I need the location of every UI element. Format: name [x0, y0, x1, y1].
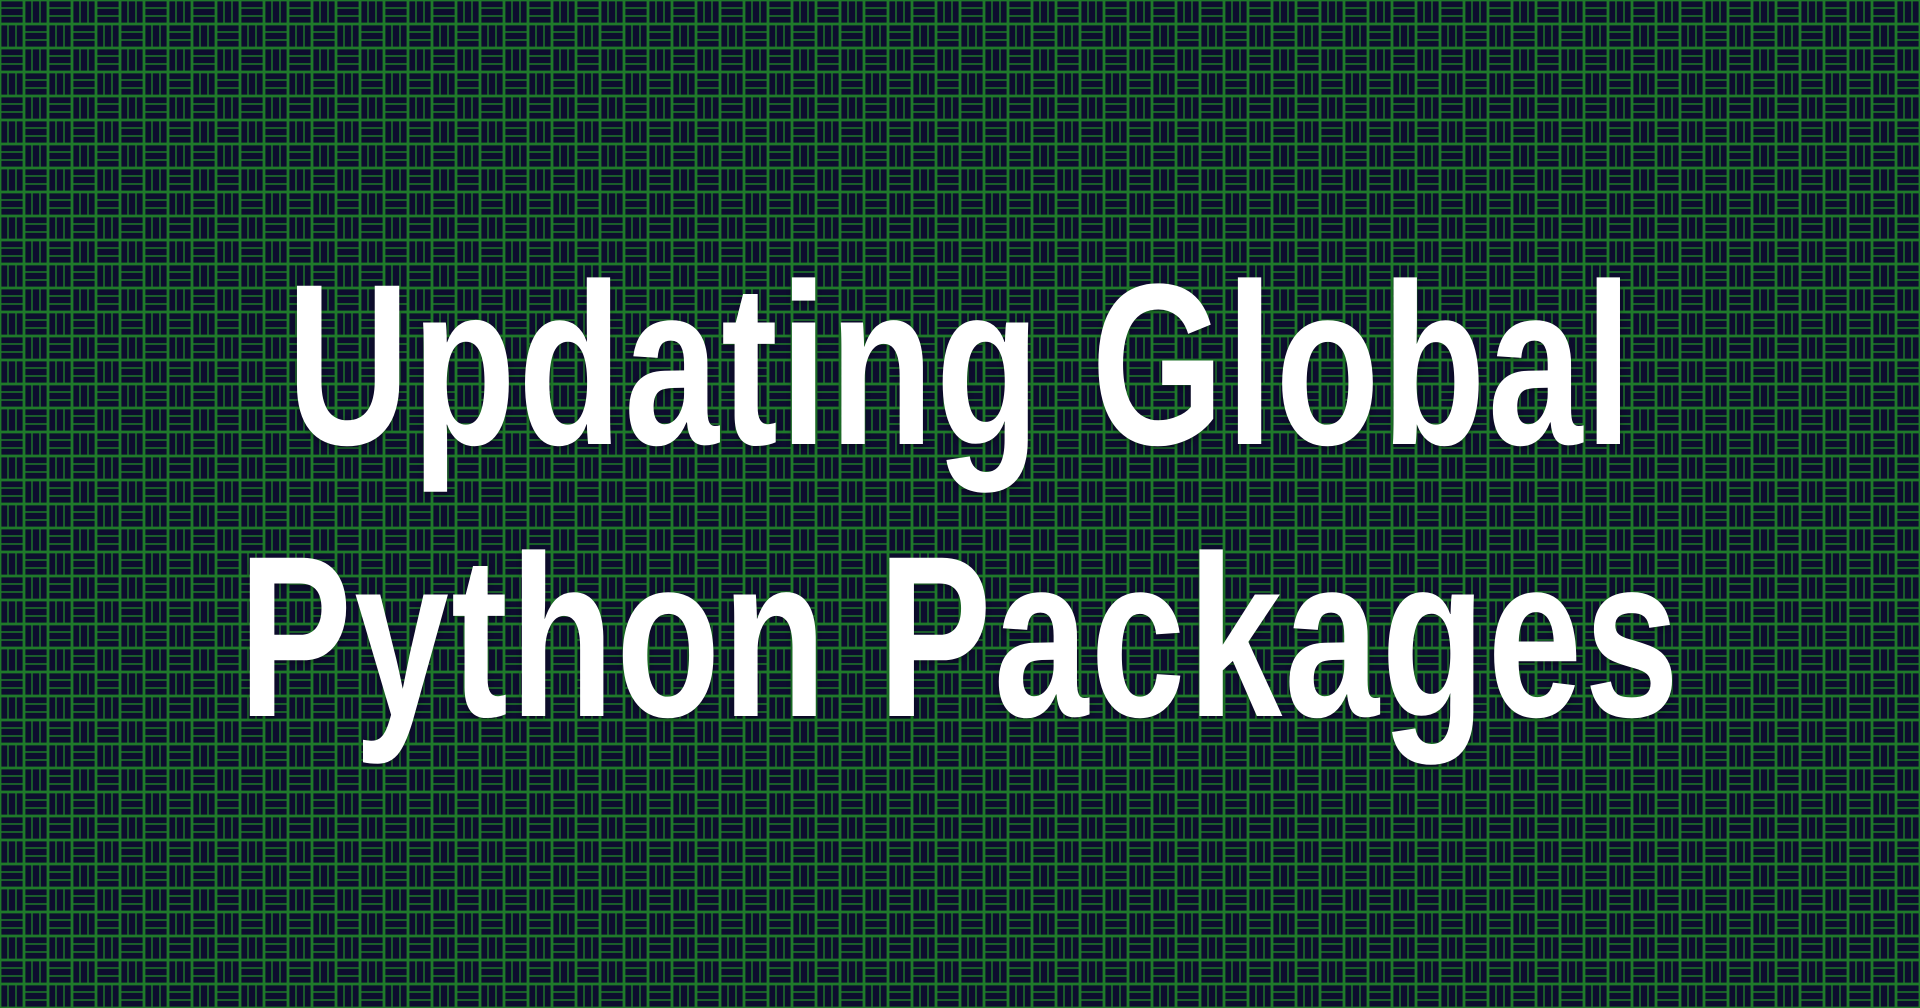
cover-image: Updating Global Python Packages	[0, 0, 1920, 1008]
title-line-2: Python Packages	[238, 508, 1682, 765]
title-line-1: Updating Global	[286, 236, 1634, 493]
title: Updating Global Python Packages	[0, 0, 1920, 1008]
